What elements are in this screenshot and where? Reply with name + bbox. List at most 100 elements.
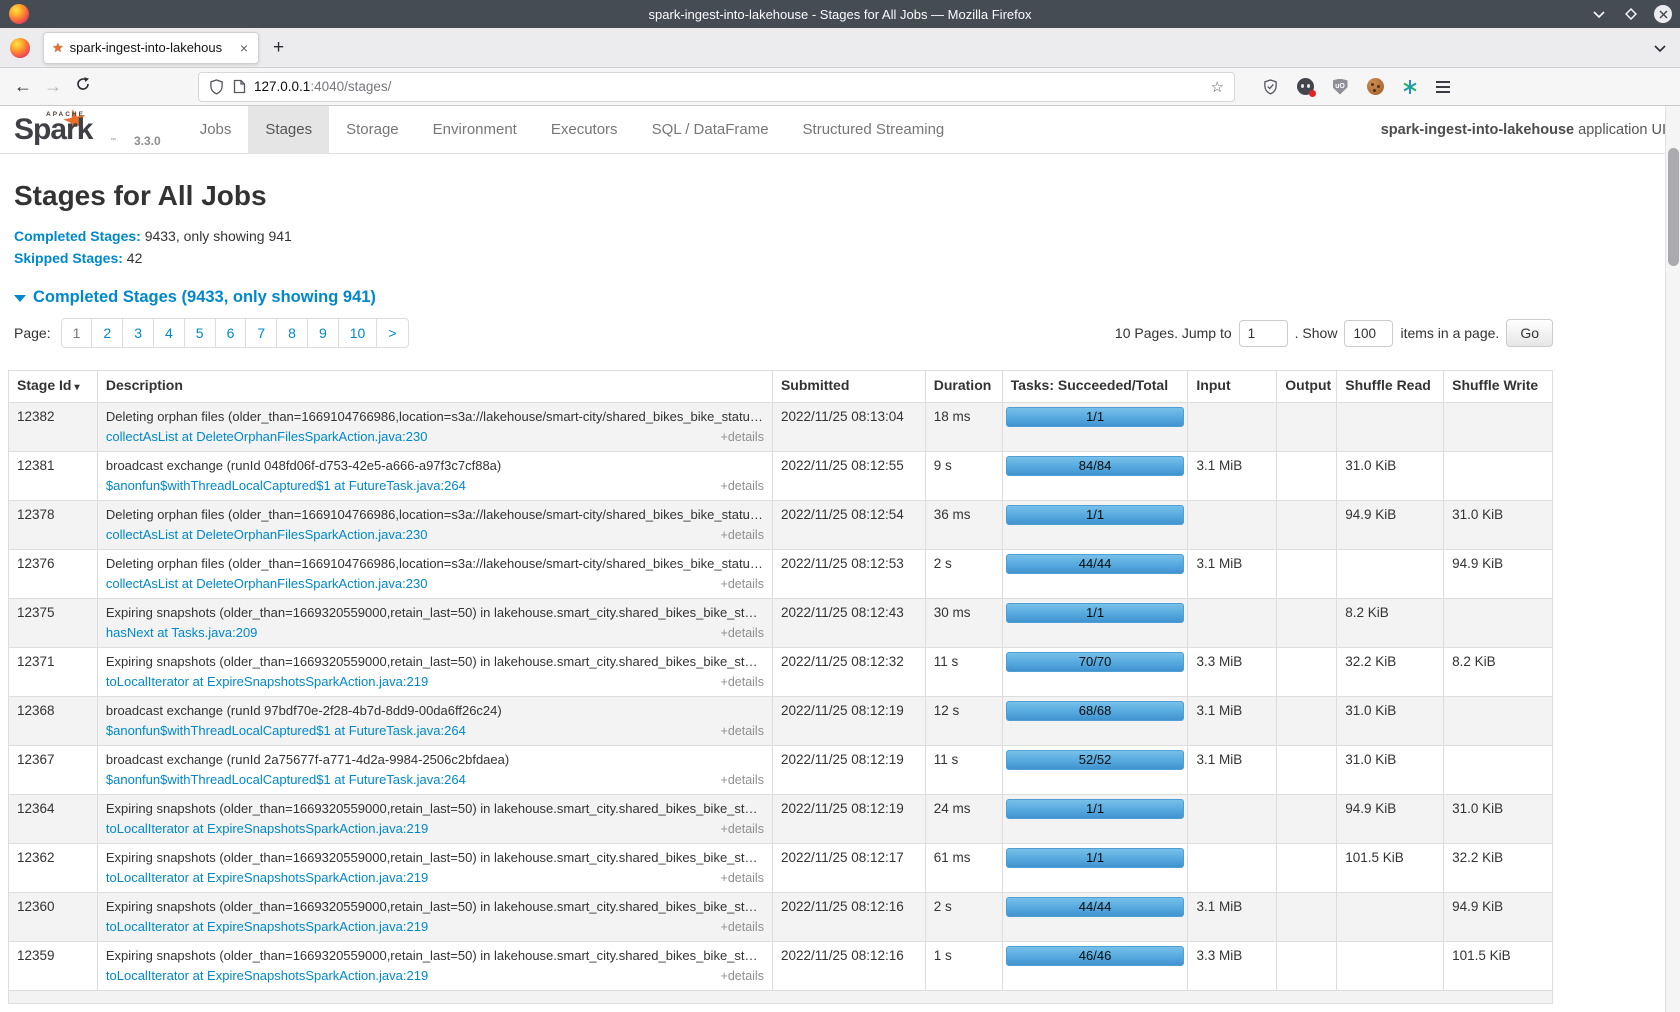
close-icon[interactable] <box>1654 5 1672 23</box>
page-button-8[interactable]: 8 <box>276 318 308 348</box>
column-header-output[interactable]: Output <box>1276 371 1336 402</box>
details-toggle[interactable]: +details <box>721 576 764 592</box>
output-cell <box>1276 746 1336 794</box>
stage-callsite-link[interactable]: $anonfun$withThreadLocalCaptured$1 at Fu… <box>106 478 466 494</box>
browser-tab[interactable]: ★ spark-ingest-into-lakehous × <box>43 32 259 64</box>
firefox-view-icon[interactable] <box>10 38 30 58</box>
cookie-extension-icon[interactable] <box>1366 78 1384 96</box>
details-toggle[interactable]: +details <box>721 429 764 445</box>
page-button->[interactable]: > <box>376 318 408 348</box>
stage-description: broadcast exchange (runId 2a75677f-a771-… <box>106 752 764 768</box>
stage-callsite-link[interactable]: $anonfun$withThreadLocalCaptured$1 at Fu… <box>106 723 466 739</box>
page-button-1[interactable]: 1 <box>61 318 93 348</box>
column-header-description[interactable]: Description <box>97 371 772 402</box>
items-per-page-input[interactable] <box>1344 320 1393 347</box>
column-header-shuffle-write[interactable]: Shuffle Write <box>1443 371 1552 402</box>
shuffle-read-cell: 32.2 KiB <box>1336 648 1443 696</box>
url-bar[interactable]: 127.0.0.1:4040/stages/ ☆ <box>198 72 1235 102</box>
page-info-icon[interactable] <box>233 79 246 94</box>
details-toggle[interactable]: +details <box>721 674 764 690</box>
viewport-scrollbar[interactable] <box>1665 106 1680 1012</box>
page-button-2[interactable]: 2 <box>91 318 123 348</box>
privacy-mask-extension-icon[interactable] <box>1296 78 1314 96</box>
completed-stages-summary: Completed Stages: 9433, only showing 941 <box>14 226 1553 246</box>
stage-callsite-link[interactable]: toLocalIterator at ExpireSnapshotsSparkA… <box>106 919 428 935</box>
stage-callsite-link[interactable]: toLocalIterator at ExpireSnapshotsSparkA… <box>106 870 428 886</box>
list-tabs-chevron-icon[interactable] <box>1654 39 1666 57</box>
tasks-progress-bar: 1/1 <box>1006 848 1185 868</box>
output-cell <box>1276 844 1336 892</box>
jump-to-page-input[interactable] <box>1239 320 1288 347</box>
details-toggle[interactable]: +details <box>721 772 764 788</box>
details-toggle[interactable]: +details <box>721 625 764 641</box>
tasks-progress-bar: 1/1 <box>1006 407 1185 427</box>
column-header-duration[interactable]: Duration <box>925 371 1002 402</box>
spark-nav-structured-streaming[interactable]: Structured Streaming <box>786 106 962 153</box>
new-tab-button[interactable]: + <box>273 38 284 57</box>
details-toggle[interactable]: +details <box>721 723 764 739</box>
page-button-6[interactable]: 6 <box>215 318 247 348</box>
go-button[interactable]: Go <box>1506 319 1553 347</box>
completed-stages-section-toggle[interactable]: Completed Stages (9433, only showing 941… <box>14 288 1553 307</box>
column-header-shuffle-read[interactable]: Shuffle Read <box>1336 371 1443 402</box>
column-header-tasks-succeeded-total[interactable]: Tasks: Succeeded/Total <box>1002 371 1188 402</box>
bookmark-star-icon[interactable]: ☆ <box>1211 78 1224 96</box>
stage-callsite-link[interactable]: toLocalIterator at ExpireSnapshotsSparkA… <box>106 968 428 984</box>
stage-callsite-link[interactable]: hasNext at Tasks.java:209 <box>106 625 258 641</box>
menu-hamburger-icon[interactable] <box>1436 81 1450 93</box>
details-toggle[interactable]: +details <box>721 919 764 935</box>
input-cell: 3.1 MiB <box>1187 893 1276 941</box>
details-toggle[interactable]: +details <box>721 478 764 494</box>
spark-nav-executors[interactable]: Executors <box>534 106 635 153</box>
page-button-7[interactable]: 7 <box>245 318 277 348</box>
asterisk-extension-icon[interactable] <box>1401 78 1419 96</box>
spark-nav-storage[interactable]: Storage <box>329 106 416 153</box>
spark-nav-environment[interactable]: Environment <box>416 106 534 153</box>
ublock-extension-icon[interactable]: uO <box>1331 78 1349 96</box>
spark-nav-sql-dataframe[interactable]: SQL / DataFrame <box>635 106 786 153</box>
stage-callsite-link[interactable]: collectAsList at DeleteOrphanFilesSparkA… <box>106 527 428 543</box>
column-header-input[interactable]: Input <box>1187 371 1276 402</box>
page-button-10[interactable]: 10 <box>338 318 378 348</box>
stage-callsite-link[interactable]: toLocalIterator at ExpireSnapshotsSparkA… <box>106 821 428 837</box>
details-toggle[interactable]: +details <box>721 870 764 886</box>
details-toggle[interactable]: +details <box>721 968 764 984</box>
scrollbar-thumb[interactable] <box>1668 148 1679 266</box>
details-toggle[interactable]: +details <box>721 527 764 543</box>
stage-callsite-link[interactable]: $anonfun$withThreadLocalCaptured$1 at Fu… <box>106 772 466 788</box>
spark-nav-jobs[interactable]: Jobs <box>183 106 249 153</box>
minimize-icon[interactable] <box>1590 5 1608 23</box>
reload-button[interactable] <box>68 76 98 97</box>
stage-description: Expiring snapshots (older_than=166932055… <box>106 654 764 670</box>
completed-stages-value: 9433, only showing 941 <box>141 228 292 244</box>
back-button[interactable]: ← <box>8 76 38 97</box>
tasks-progress-bar: 1/1 <box>1006 799 1185 819</box>
input-cell <box>1187 501 1276 549</box>
stage-callsite-link[interactable]: collectAsList at DeleteOrphanFilesSparkA… <box>106 576 428 592</box>
input-cell: 3.3 MiB <box>1187 942 1276 990</box>
column-header-submitted[interactable]: Submitted <box>772 371 925 402</box>
input-cell: 3.1 MiB <box>1187 697 1276 745</box>
shuffle-write-cell: 94.9 KiB <box>1443 550 1552 598</box>
shield-check-extension-icon[interactable] <box>1261 78 1279 96</box>
page-button-3[interactable]: 3 <box>122 318 154 348</box>
tasks-progress-bar: 44/44 <box>1006 554 1185 574</box>
maximize-icon[interactable] <box>1622 5 1640 23</box>
tab-close-icon[interactable]: × <box>238 40 250 56</box>
page-button-9[interactable]: 9 <box>307 318 339 348</box>
table-row: 12378 Deleting orphan files (older_than=… <box>9 500 1552 549</box>
shuffle-write-cell: 31.0 KiB <box>1443 501 1552 549</box>
page-button-4[interactable]: 4 <box>153 318 185 348</box>
details-toggle[interactable]: +details <box>721 821 764 837</box>
tracking-shield-icon[interactable] <box>209 79 224 95</box>
table-row: 12375 Expiring snapshots (older_than=166… <box>9 598 1552 647</box>
column-header-stage-id[interactable]: Stage Id▾ <box>9 371 97 402</box>
stage-callsite-link[interactable]: collectAsList at DeleteOrphanFilesSparkA… <box>106 429 428 445</box>
tasks-progress-bar: 52/52 <box>1006 750 1185 770</box>
forward-button[interactable]: → <box>38 76 68 97</box>
window-titlebar: spark-ingest-into-lakehouse - Stages for… <box>0 0 1680 28</box>
page-button-5[interactable]: 5 <box>184 318 216 348</box>
spark-logo[interactable]: ★ APACHE Spark ™ <box>14 106 132 153</box>
stage-callsite-link[interactable]: toLocalIterator at ExpireSnapshotsSparkA… <box>106 674 428 690</box>
spark-nav-stages[interactable]: Stages <box>248 106 329 153</box>
